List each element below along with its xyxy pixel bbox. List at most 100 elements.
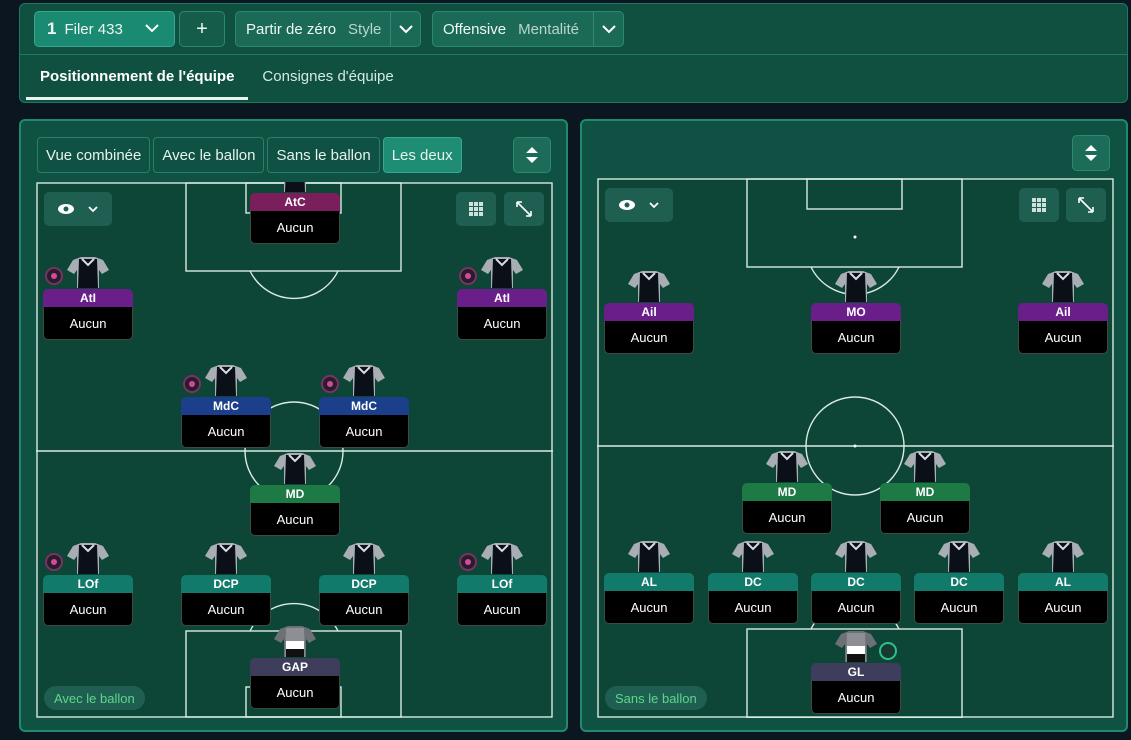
role-label: Aucun xyxy=(250,211,340,244)
player-slot[interactable]: DC Aucun xyxy=(708,540,798,624)
view-with-ball-button[interactable]: Avec le ballon xyxy=(153,137,265,173)
style-label: Style xyxy=(348,20,382,38)
position-badge: AL xyxy=(1018,573,1108,591)
role-duty-icon[interactable] xyxy=(45,553,63,571)
player-slot[interactable]: AtI Aucun xyxy=(43,256,133,340)
position-badge: MD xyxy=(250,485,340,503)
player-slot[interactable]: MD Aucun xyxy=(880,450,970,534)
position-badge: GL xyxy=(811,663,901,681)
player-slot[interactable]: GAP Aucun xyxy=(250,625,340,709)
shirt-icon xyxy=(481,257,523,288)
position-badge: AtI xyxy=(457,289,547,307)
view-without-ball-button[interactable]: Sans le ballon xyxy=(267,137,380,173)
tactic-number: 1 xyxy=(47,19,57,38)
shirt-icon xyxy=(205,365,247,396)
swap-icon[interactable] xyxy=(513,137,551,173)
role-duty-icon[interactable] xyxy=(183,375,201,393)
role-duty-icon[interactable] xyxy=(459,553,477,571)
out-of-possession-panel: Ail Aucun MO Aucun Ail Aucun MD Aucun MD Aucu… xyxy=(580,119,1128,732)
player-slot[interactable]: AtI Aucun xyxy=(457,256,547,340)
shirt-icon xyxy=(628,541,670,572)
role-label: Aucun xyxy=(880,501,970,534)
eye-icon xyxy=(58,204,74,214)
position-badge: MD xyxy=(880,483,970,501)
toolbar-divider xyxy=(20,54,1127,55)
position-badge: AtC xyxy=(250,193,340,211)
shirt-icon xyxy=(343,543,385,574)
expand-icon[interactable] xyxy=(504,192,544,226)
player-slot[interactable]: MD Aucun xyxy=(742,450,832,534)
pitch-with-ball: AtC Aucun AtI Aucun AtI Aucun MdC Aucun MdC A… xyxy=(36,182,553,718)
position-badge: MdC xyxy=(181,397,271,415)
tab-team-instructions[interactable]: Consignes d'équipe xyxy=(248,56,407,100)
shirt-icon xyxy=(67,257,109,288)
position-badge: DC xyxy=(708,573,798,591)
shirt-icon xyxy=(274,453,316,484)
player-slot[interactable]: DC Aucun xyxy=(811,540,901,624)
role-label: Aucun xyxy=(914,591,1004,624)
player-slot[interactable]: GL Aucun xyxy=(811,630,901,714)
mentality-dropdown[interactable]: Offensive Mentalité xyxy=(432,11,624,47)
player-slot[interactable]: LOf Aucun xyxy=(457,542,547,626)
visibility-toggle[interactable] xyxy=(44,192,112,226)
shirt-icon xyxy=(628,271,670,302)
shirt-icon xyxy=(938,541,980,572)
role-label: Aucun xyxy=(604,321,694,354)
shirt-icon xyxy=(835,541,877,572)
view-combined-button[interactable]: Vue combinée xyxy=(37,137,151,173)
chevron-down-icon[interactable] xyxy=(390,12,420,46)
role-label: Aucun xyxy=(457,307,547,340)
role-duty-icon[interactable] xyxy=(459,267,477,285)
eye-icon xyxy=(619,200,635,210)
player-slot[interactable]: MdC Aucun xyxy=(181,364,271,448)
role-duty-icon[interactable] xyxy=(321,375,339,393)
pitch-without-ball: Ail Aucun MO Aucun Ail Aucun MD Aucun MD Aucu… xyxy=(597,178,1114,718)
sweeper-icon[interactable] xyxy=(879,642,897,660)
player-slot[interactable]: MdC Aucun xyxy=(319,364,409,448)
player-slot[interactable]: DC Aucun xyxy=(914,540,1004,624)
role-label: Aucun xyxy=(708,591,798,624)
shirt-icon xyxy=(67,543,109,574)
tab-team-positioning[interactable]: Positionnement de l'équipe xyxy=(26,56,249,100)
shirt-icon xyxy=(205,543,247,574)
player-slot[interactable]: DCP Aucun xyxy=(181,542,271,626)
player-slot[interactable]: AL Aucun xyxy=(604,540,694,624)
mentality-label: Mentalité xyxy=(518,20,579,38)
role-label: Aucun xyxy=(457,593,547,626)
player-slot[interactable]: Ail Aucun xyxy=(1018,270,1108,354)
shirt-icon xyxy=(274,626,316,657)
player-slot[interactable]: AtC Aucun xyxy=(250,182,340,244)
position-badge: DC xyxy=(811,573,901,591)
position-badge: DCP xyxy=(181,575,271,593)
role-duty-icon[interactable] xyxy=(45,267,63,285)
visibility-toggle[interactable] xyxy=(605,188,673,222)
shirt-icon xyxy=(835,271,877,302)
view-mode-switch: Vue combinée Avec le ballon Sans le ball… xyxy=(37,137,462,173)
grid-view-icon[interactable] xyxy=(456,192,496,226)
player-slot[interactable]: MO Aucun xyxy=(811,270,901,354)
shirt-icon xyxy=(732,541,774,572)
expand-icon[interactable] xyxy=(1066,188,1106,222)
shirt-icon xyxy=(766,451,808,482)
player-slot[interactable]: LOf Aucun xyxy=(43,542,133,626)
role-label: Aucun xyxy=(319,593,409,626)
role-label: Aucun xyxy=(1018,591,1108,624)
role-label: Aucun xyxy=(43,593,133,626)
add-tactic-button[interactable]: + xyxy=(179,11,225,47)
position-badge: Ail xyxy=(1018,303,1108,321)
role-label: Aucun xyxy=(1018,321,1108,354)
tactic-selector[interactable]: 1 Filer 433 xyxy=(34,11,175,47)
player-slot[interactable]: Ail Aucun xyxy=(604,270,694,354)
player-slot[interactable]: MD Aucun xyxy=(250,452,340,536)
tactic-tabs: Positionnement de l'équipe Consignes d'é… xyxy=(26,56,408,102)
shirt-icon xyxy=(343,365,385,396)
player-slot[interactable]: DCP Aucun xyxy=(319,542,409,626)
position-badge: DC xyxy=(914,573,1004,591)
style-dropdown[interactable]: Partir de zéro Style xyxy=(235,11,421,47)
swap-icon[interactable] xyxy=(1072,135,1110,171)
chevron-down-icon[interactable] xyxy=(593,12,623,46)
phase-label: Sans le ballon xyxy=(605,686,707,710)
player-slot[interactable]: AL Aucun xyxy=(1018,540,1108,624)
grid-view-icon[interactable] xyxy=(1019,188,1059,222)
view-both-button[interactable]: Les deux xyxy=(382,137,462,173)
